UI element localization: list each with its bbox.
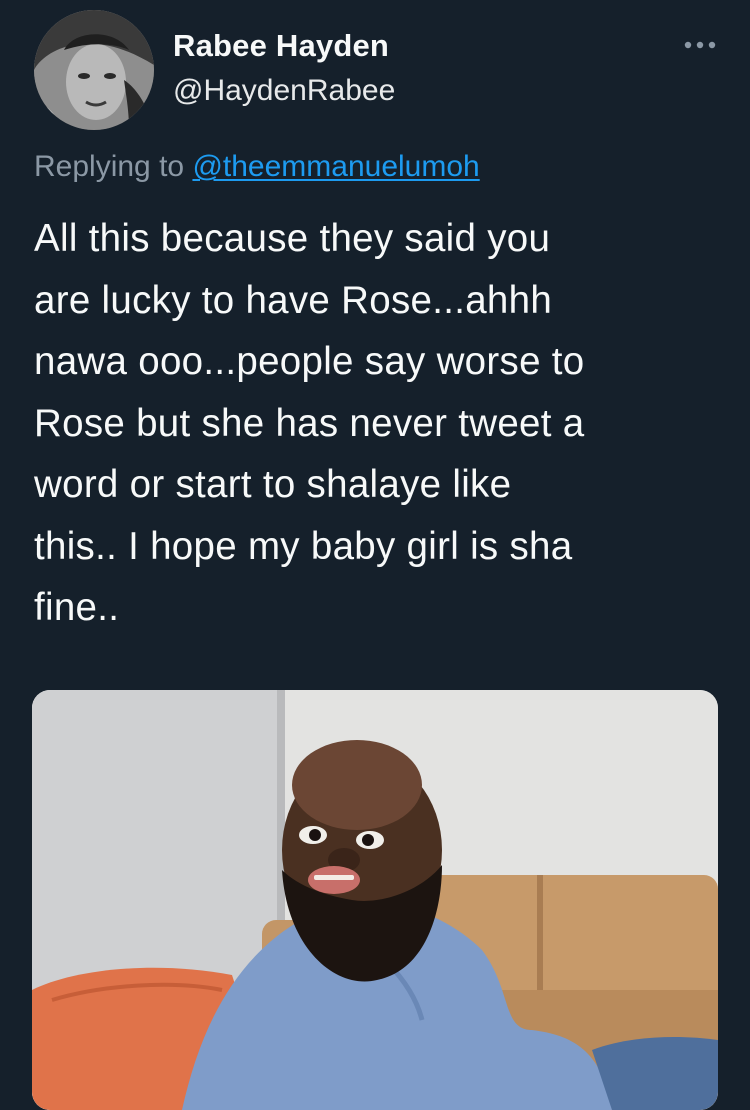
- author-display-name[interactable]: Rabee Hayden: [173, 28, 389, 64]
- replying-to-label: Replying to: [34, 150, 193, 183]
- profile-photo-icon: [34, 10, 154, 130]
- meme-photo: [32, 690, 718, 1110]
- author-handle[interactable]: @HaydenRabee: [173, 74, 395, 108]
- replying-to-line: Replying to @theemmanuelumoh: [34, 150, 480, 184]
- tweet-media-image[interactable]: [32, 690, 718, 1110]
- more-horizontal-icon[interactable]: [680, 30, 720, 60]
- author-avatar[interactable]: [34, 10, 154, 130]
- reply-mention-link[interactable]: @theemmanuelumoh: [192, 150, 479, 183]
- tweet-body-text: All this because they said you are lucky…: [34, 217, 585, 629]
- tweet-card: Rabee Hayden @HaydenRabee Replying to @t…: [0, 0, 750, 1110]
